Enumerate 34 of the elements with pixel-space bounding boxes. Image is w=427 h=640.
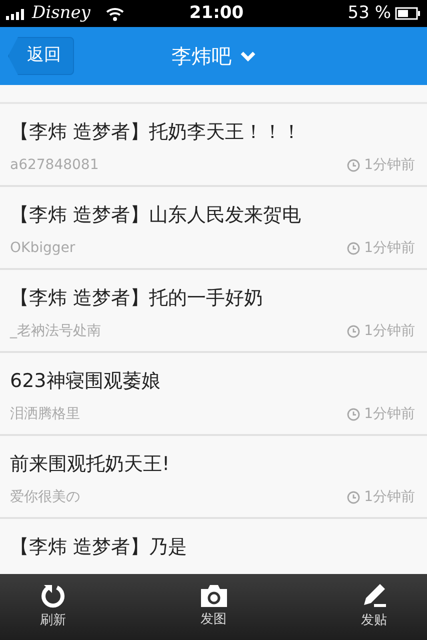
wifi-icon: [106, 6, 124, 20]
post-time: 1分钟前: [364, 488, 415, 506]
post-author: _老衲法号处南: [10, 322, 101, 340]
carrier-name: Disney: [32, 2, 90, 25]
post-time: 1分钟前: [364, 322, 415, 340]
camera-button[interactable]: 发图: [168, 583, 258, 631]
post-title: 前来围观托奶天王!: [10, 452, 171, 477]
camera-icon: [200, 584, 228, 608]
post-title: 【李炜 造梦者】托的一手好奶: [10, 286, 264, 311]
post-time: 1分钟前: [364, 156, 415, 174]
post-time: 1分钟前: [364, 404, 415, 424]
refresh-icon: [40, 583, 66, 610]
post-author: 泪洒腾格里: [10, 404, 80, 424]
clock-icon: [347, 158, 360, 172]
back-button[interactable]: 返回: [8, 37, 74, 75]
post-title: 623神寝围观萎娘: [10, 369, 162, 394]
post-author: OKbigger: [10, 238, 76, 258]
post-title: 【李炜 造梦者】山东人民发来贺电: [10, 203, 302, 228]
compose-button[interactable]: 发贴: [329, 582, 419, 632]
post-time: 1分钟前: [364, 238, 415, 258]
battery-percent: 53 %: [348, 2, 391, 25]
clock-time: 21:00: [189, 2, 244, 25]
clock-icon: [347, 324, 360, 338]
battery-icon: [395, 7, 421, 20]
post-title: 【李炜 造梦者】乃是: [10, 535, 188, 560]
clock-icon: [347, 490, 360, 504]
post-author: a627848081: [10, 156, 99, 174]
chevron-down-icon: [240, 50, 256, 62]
post-title: 【李炜 造梦者】托奶李天王！！！: [10, 120, 302, 145]
clock-icon: [347, 408, 360, 420]
refresh-button[interactable]: 刷新: [8, 582, 98, 632]
post-author: 爱你很美の: [10, 488, 80, 506]
forum-title-dropdown[interactable]: 李炜吧: [172, 41, 256, 71]
clock-icon: [347, 242, 360, 254]
